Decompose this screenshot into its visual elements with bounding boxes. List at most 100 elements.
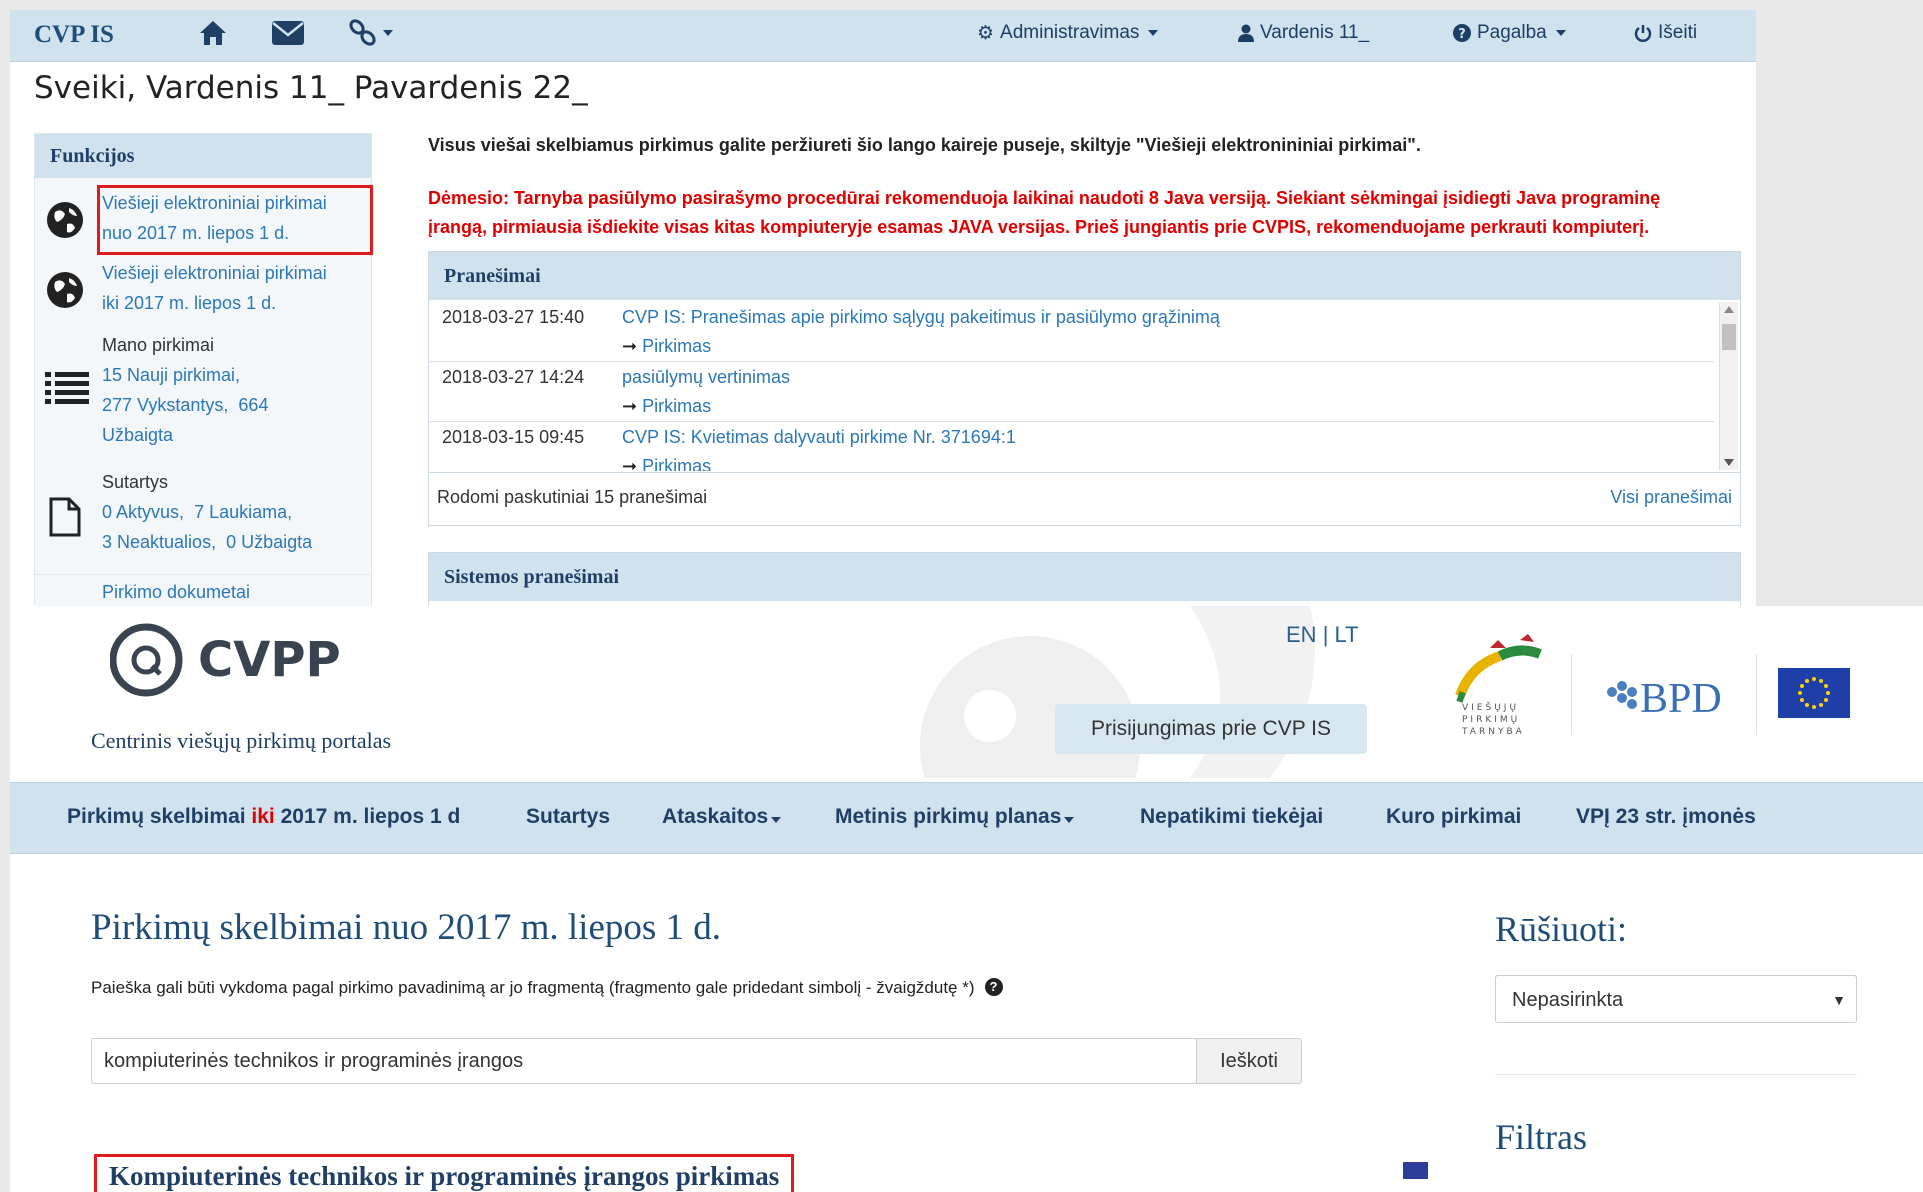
language-switcher: EN | LT <box>1286 622 1359 648</box>
procurement-link[interactable]: Pirkimas <box>642 456 711 471</box>
divider <box>1495 1074 1857 1075</box>
messages-title: Pranešimai <box>429 252 1740 300</box>
function-link-line2[interactable]: iki 2017 m. liepos 1 d. <box>102 288 327 318</box>
help-menu[interactable]: ? Pagalba <box>1453 18 1566 48</box>
java-warning: Dėmesio: Tarnyba pasiūlymo pasirašymo pr… <box>428 184 1738 242</box>
nav-label: Metinis pirkimų planas <box>835 805 1062 828</box>
message-row: 2018-03-15 09:45 CVP IS: Kvietimas dalyv… <box>429 421 1714 471</box>
irrelevant-contracts-link[interactable]: 3 Neaktualios, <box>102 532 216 552</box>
documents-link[interactable]: Pirkimo dokumetai <box>102 577 250 606</box>
sort-selected-value: Nepasirinkta <box>1512 989 1624 1011</box>
brand-logo[interactable]: CVP IS <box>34 21 114 49</box>
lang-lt-link[interactable]: LT <box>1335 622 1359 647</box>
scroll-down-icon[interactable] <box>1724 459 1734 466</box>
chevron-down-icon <box>1555 30 1566 36</box>
procurement-link[interactable]: Pirkimas <box>642 336 711 356</box>
notice-text: Visus viešai skelbiamus pirkimus galite … <box>428 135 1421 155</box>
user-menu[interactable]: Vardenis 11_ <box>1238 18 1369 48</box>
all-messages-link[interactable]: Visi pranešimai <box>1610 487 1732 508</box>
arrow-right-icon: ➞ <box>622 396 643 416</box>
function-label: Sutartys <box>102 472 169 492</box>
chevron-down-icon: ▼ <box>1832 992 1846 1008</box>
nav-notices-before[interactable]: Pirkimų skelbimai iki 2017 m. liepos 1 d <box>67 805 460 829</box>
system-messages-title: Sistemos pranešimai <box>429 553 1740 601</box>
function-link-line1[interactable]: Viešieji elektroniniai pirkimai <box>102 258 327 288</box>
function-item-public-before[interactable]: Viešieji elektroniniai pirkimai iki 2017… <box>35 258 371 320</box>
logo-divider <box>1756 654 1757 734</box>
filter-title: Filtras <box>1495 1117 1588 1157</box>
active-contracts-link[interactable]: 0 Aktyvus, <box>102 502 184 522</box>
link-icon[interactable] <box>348 16 393 50</box>
chevron-down-icon <box>771 817 782 823</box>
vpt-logo[interactable]: VIEŠŲJŲ PIRKIMŲ TARNYBA <box>1440 626 1564 742</box>
procurement-link[interactable]: Pirkimas <box>642 396 711 416</box>
search-hint: Paieška gali būti vykdoma pagal pirkimo … <box>91 978 1003 998</box>
lang-en-link[interactable]: EN <box>1286 622 1317 647</box>
result-title-link[interactable]: Kompiuterinės technikos ir programinės į… <box>94 1154 795 1192</box>
completed-contracts-link[interactable]: 0 Užbaigta <box>226 532 312 552</box>
message-title-link[interactable]: CVP IS: Kvietimas dalyvauti pirkime Nr. … <box>622 427 1016 448</box>
greeting: Sveiki, Vardenis 11_ Pavardenis 22_ <box>34 70 588 106</box>
completed-label-link[interactable]: Užbaigta <box>102 420 268 450</box>
nav-annual-plan[interactable]: Metinis pirkimų planas <box>835 805 1075 829</box>
lang-separator: | <box>1322 622 1329 647</box>
logout-link[interactable]: Išeiti <box>1634 18 1697 48</box>
message-date: 2018-03-27 15:40 <box>442 307 585 327</box>
logo-divider <box>1571 654 1572 734</box>
message-date: 2018-03-15 09:45 <box>442 427 585 447</box>
admin-menu[interactable]: ⚙ Administravimas <box>977 18 1159 48</box>
document-icon <box>49 497 81 542</box>
user-menu-label: Vardenis 11_ <box>1260 22 1370 43</box>
globe-icon <box>45 200 85 245</box>
top-navbar: CVP IS ⚙ Administravimas Vardenis 11_ ? Pa… <box>10 10 1756 62</box>
functions-panel: Funkcijos Viešieji elektroniniai pirkima… <box>34 133 373 606</box>
page-title: Pirkimų skelbimai nuo 2017 m. liepos 1 d… <box>91 907 722 948</box>
user-icon <box>1238 24 1254 42</box>
nav-fuel-purchases[interactable]: Kuro pirkimai <box>1386 805 1521 829</box>
nav-unreliable-suppliers[interactable]: Nepatikimi tiekėjai <box>1140 805 1323 829</box>
messages-scrollbar[interactable] <box>1719 302 1738 470</box>
ongoing-procurements-link[interactable]: 277 Vykstantys, <box>102 395 228 415</box>
completed-count-link[interactable]: 664 <box>238 395 268 415</box>
search-button[interactable]: Ieškoti <box>1196 1038 1302 1084</box>
scroll-up-icon[interactable] <box>1724 306 1734 313</box>
help-menu-label: Pagalba <box>1477 22 1547 43</box>
gear-icon: ⚙ <box>977 22 995 44</box>
pending-contracts-link[interactable]: 7 Laukiama, <box>194 502 292 522</box>
eu-flag-icon <box>1778 668 1850 718</box>
nav-label-highlight: iki <box>251 805 275 828</box>
message-date: 2018-03-27 14:24 <box>442 367 585 387</box>
message-title-link[interactable]: CVP IS: Pranešimas apie pirkimo sąlygų p… <box>622 307 1220 328</box>
login-cvpis-button[interactable]: Prisijungimas prie CVP IS <box>1055 704 1367 754</box>
sort-select[interactable]: Nepasirinkta ▼ <box>1495 975 1857 1023</box>
nav-reports[interactable]: Ataskaitos <box>662 805 782 829</box>
question-circle-icon: ? <box>1453 24 1471 42</box>
envelope-icon[interactable] <box>271 16 305 50</box>
nav-vpi-23[interactable]: VPĮ 23 str. įmonės <box>1576 805 1756 829</box>
main-navbar: Pirkimų skelbimai iki 2017 m. liepos 1 d… <box>10 782 1923 854</box>
search-hint-text: Paieška gali būti vykdoma pagal pirkimo … <box>91 978 975 997</box>
function-label: Mano pirkimai <box>102 335 215 355</box>
admin-menu-label: Administravimas <box>1000 22 1140 43</box>
message-title-link[interactable]: pasiūlymų vertinimas <box>622 367 790 388</box>
bpd-logo[interactable]: BPD <box>1600 666 1740 726</box>
cvpp-portal-window: CVPP Centrinis viešųjų pirkimų portalas … <box>10 606 1923 1192</box>
home-icon[interactable] <box>198 16 228 50</box>
logout-label: Išeiti <box>1658 22 1698 43</box>
search-input[interactable] <box>91 1038 1204 1084</box>
new-procurements-link[interactable]: 15 Nauji pirkimai, <box>102 360 268 390</box>
question-circle-icon[interactable]: ? <box>984 978 1003 996</box>
scroll-thumb[interactable] <box>1722 324 1736 350</box>
function-item-documents[interactable]: Pirkimo dokumetai <box>35 574 371 606</box>
messages-list: 2018-03-27 15:40 CVP IS: Pranešimas apie… <box>429 301 1740 471</box>
nav-label: Ataskaitos <box>662 805 769 828</box>
function-item-public-after[interactable]: Viešieji elektroniniai pirkimai nuo 2017… <box>35 185 373 255</box>
java-warning-line1: Dėmesio: Tarnyba pasiūlymo pasirašymo pr… <box>428 188 1661 208</box>
cvpp-logo[interactable]: CVPP <box>109 620 370 705</box>
nav-contracts[interactable]: Sutartys <box>526 805 610 829</box>
svg-text:?: ? <box>1458 27 1466 42</box>
vpt-logo-line2: PIRKIMŲ <box>1462 715 1520 725</box>
cvpp-logo-text: CVPP <box>198 632 341 688</box>
bpd-logo-text: BPD <box>1640 676 1722 722</box>
main-column: Visus viešai skelbiamus pirkimus galite … <box>428 135 1748 237</box>
